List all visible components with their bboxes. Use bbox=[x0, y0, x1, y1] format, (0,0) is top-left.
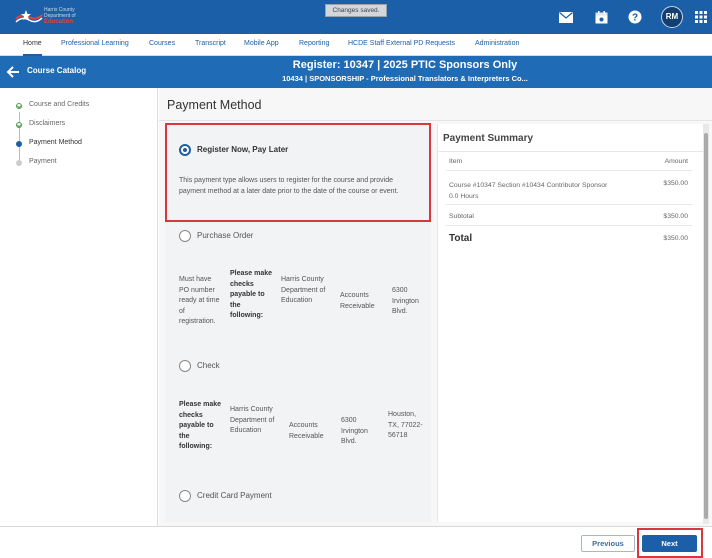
summary-line-item-text: Course #10347 Section #10434 Contributor… bbox=[449, 182, 608, 189]
calendar-icon[interactable] bbox=[593, 9, 609, 25]
changes-saved-toast: Changes saved. bbox=[325, 4, 387, 17]
summary-line-item-hours: 0.0 Hours bbox=[449, 193, 479, 200]
nav-professional-learning[interactable]: Professional Learning bbox=[61, 34, 129, 56]
summary-line-amount: $350.00 bbox=[663, 180, 688, 187]
nav-administration[interactable]: Administration bbox=[475, 34, 519, 56]
previous-button[interactable]: Previous bbox=[581, 535, 635, 552]
page-title: Payment Method bbox=[167, 98, 262, 112]
steps-connector bbox=[19, 112, 20, 160]
option-label: Check bbox=[197, 361, 220, 370]
summary-header-rule bbox=[446, 170, 692, 171]
main-content: Payment Method Register Now, Pay Later T… bbox=[159, 88, 712, 526]
scrollbar-thumb[interactable] bbox=[704, 133, 708, 519]
nav-reporting[interactable]: Reporting bbox=[299, 34, 329, 56]
nav-mobile-app[interactable]: Mobile App bbox=[244, 34, 279, 56]
steps-sidebar: Course and Credits Disclaimers Payment M… bbox=[0, 88, 158, 526]
step-label: Payment Method bbox=[29, 139, 82, 146]
footer-bar: Previous Next bbox=[0, 526, 712, 558]
check-payee: Harris County Department of Education bbox=[230, 406, 275, 434]
summary-title: Payment Summary bbox=[443, 133, 534, 144]
summary-col-amount: Amount bbox=[664, 158, 688, 165]
summary-subtotal-rule bbox=[446, 225, 692, 226]
po-department: Accounts Receivable bbox=[340, 292, 375, 310]
summary-total: $350.00 bbox=[663, 235, 688, 242]
user-avatar[interactable]: RM bbox=[661, 6, 683, 28]
pending-step-dot bbox=[16, 160, 22, 166]
mail-icon[interactable] bbox=[558, 9, 574, 25]
option-label: Purchase Order bbox=[197, 231, 254, 240]
nav-transcript[interactable]: Transcript bbox=[195, 34, 226, 56]
svg-text:?: ? bbox=[632, 13, 638, 24]
option-label: Credit Card Payment bbox=[197, 491, 272, 500]
summary-line-rule bbox=[446, 204, 692, 205]
radio[interactable] bbox=[179, 490, 191, 502]
current-step-dot bbox=[16, 141, 22, 147]
nav-hcde-staff-external-pd[interactable]: HCDE Staff External PD Requests bbox=[348, 34, 455, 56]
summary-col-item: Item bbox=[449, 158, 463, 165]
check-icon bbox=[16, 103, 22, 109]
flag-logo-icon bbox=[15, 10, 43, 23]
next-button-highlight bbox=[637, 528, 703, 558]
check-icon bbox=[16, 122, 22, 128]
summary-subtotal: $350.00 bbox=[663, 213, 688, 220]
apps-grid-icon[interactable] bbox=[693, 9, 709, 25]
logo-line-3: Education bbox=[44, 19, 74, 25]
help-icon[interactable]: ? bbox=[627, 9, 643, 25]
nav-home[interactable]: Home bbox=[23, 34, 42, 56]
register-subtitle: 10434 | SPONSORSHIP - Professional Trans… bbox=[282, 74, 528, 83]
po-requirement: Must have PO number ready at time of reg… bbox=[179, 276, 220, 325]
top-bar: Harris County Department of Education Ch… bbox=[0, 0, 712, 34]
po-payee: Harris County Department of Education bbox=[281, 276, 326, 304]
hcde-logo[interactable]: Harris County Department of Education bbox=[14, 5, 92, 29]
main-nav: Home Professional Learning Courses Trans… bbox=[0, 34, 712, 56]
check-payable-note: Please make checks payable to the follow… bbox=[179, 401, 222, 450]
check-address: 6300 Irvington Blvd. bbox=[341, 417, 368, 445]
selected-option-highlight bbox=[165, 123, 431, 222]
register-title: Register: 10347 | 2025 PTIC Sponsors Onl… bbox=[292, 59, 518, 71]
logo-text: Harris County Department of Education bbox=[44, 7, 76, 25]
radio[interactable] bbox=[179, 230, 191, 242]
payment-summary-pane: Payment Summary Item Amount Course #1034… bbox=[437, 124, 705, 522]
po-payable-note: Please make checks payable to the follow… bbox=[230, 270, 273, 319]
check-department: Accounts Receivable bbox=[289, 422, 324, 440]
po-address: 6300 Irvington Blvd. bbox=[392, 287, 419, 315]
step-label: Payment bbox=[29, 158, 57, 165]
summary-line-item: Course #10347 Section #10434 Contributor… bbox=[449, 180, 639, 202]
summary-divider bbox=[438, 151, 705, 152]
step-label: Course and Credits bbox=[29, 101, 90, 108]
radio[interactable] bbox=[179, 360, 191, 372]
course-catalog-link[interactable]: Course Catalog bbox=[27, 66, 86, 75]
title-divider bbox=[159, 120, 712, 121]
page-header: Course Catalog Register: 10347 | 2025 PT… bbox=[0, 56, 712, 88]
step-label: Disclaimers bbox=[29, 120, 66, 127]
summary-total-label: Total bbox=[449, 233, 473, 244]
summary-subtotal-label: Subtotal bbox=[449, 213, 474, 220]
nav-courses[interactable]: Courses bbox=[149, 34, 175, 56]
check-city: Houston, TX, 77022-56718 bbox=[388, 411, 423, 439]
back-arrow-icon[interactable] bbox=[5, 64, 21, 80]
